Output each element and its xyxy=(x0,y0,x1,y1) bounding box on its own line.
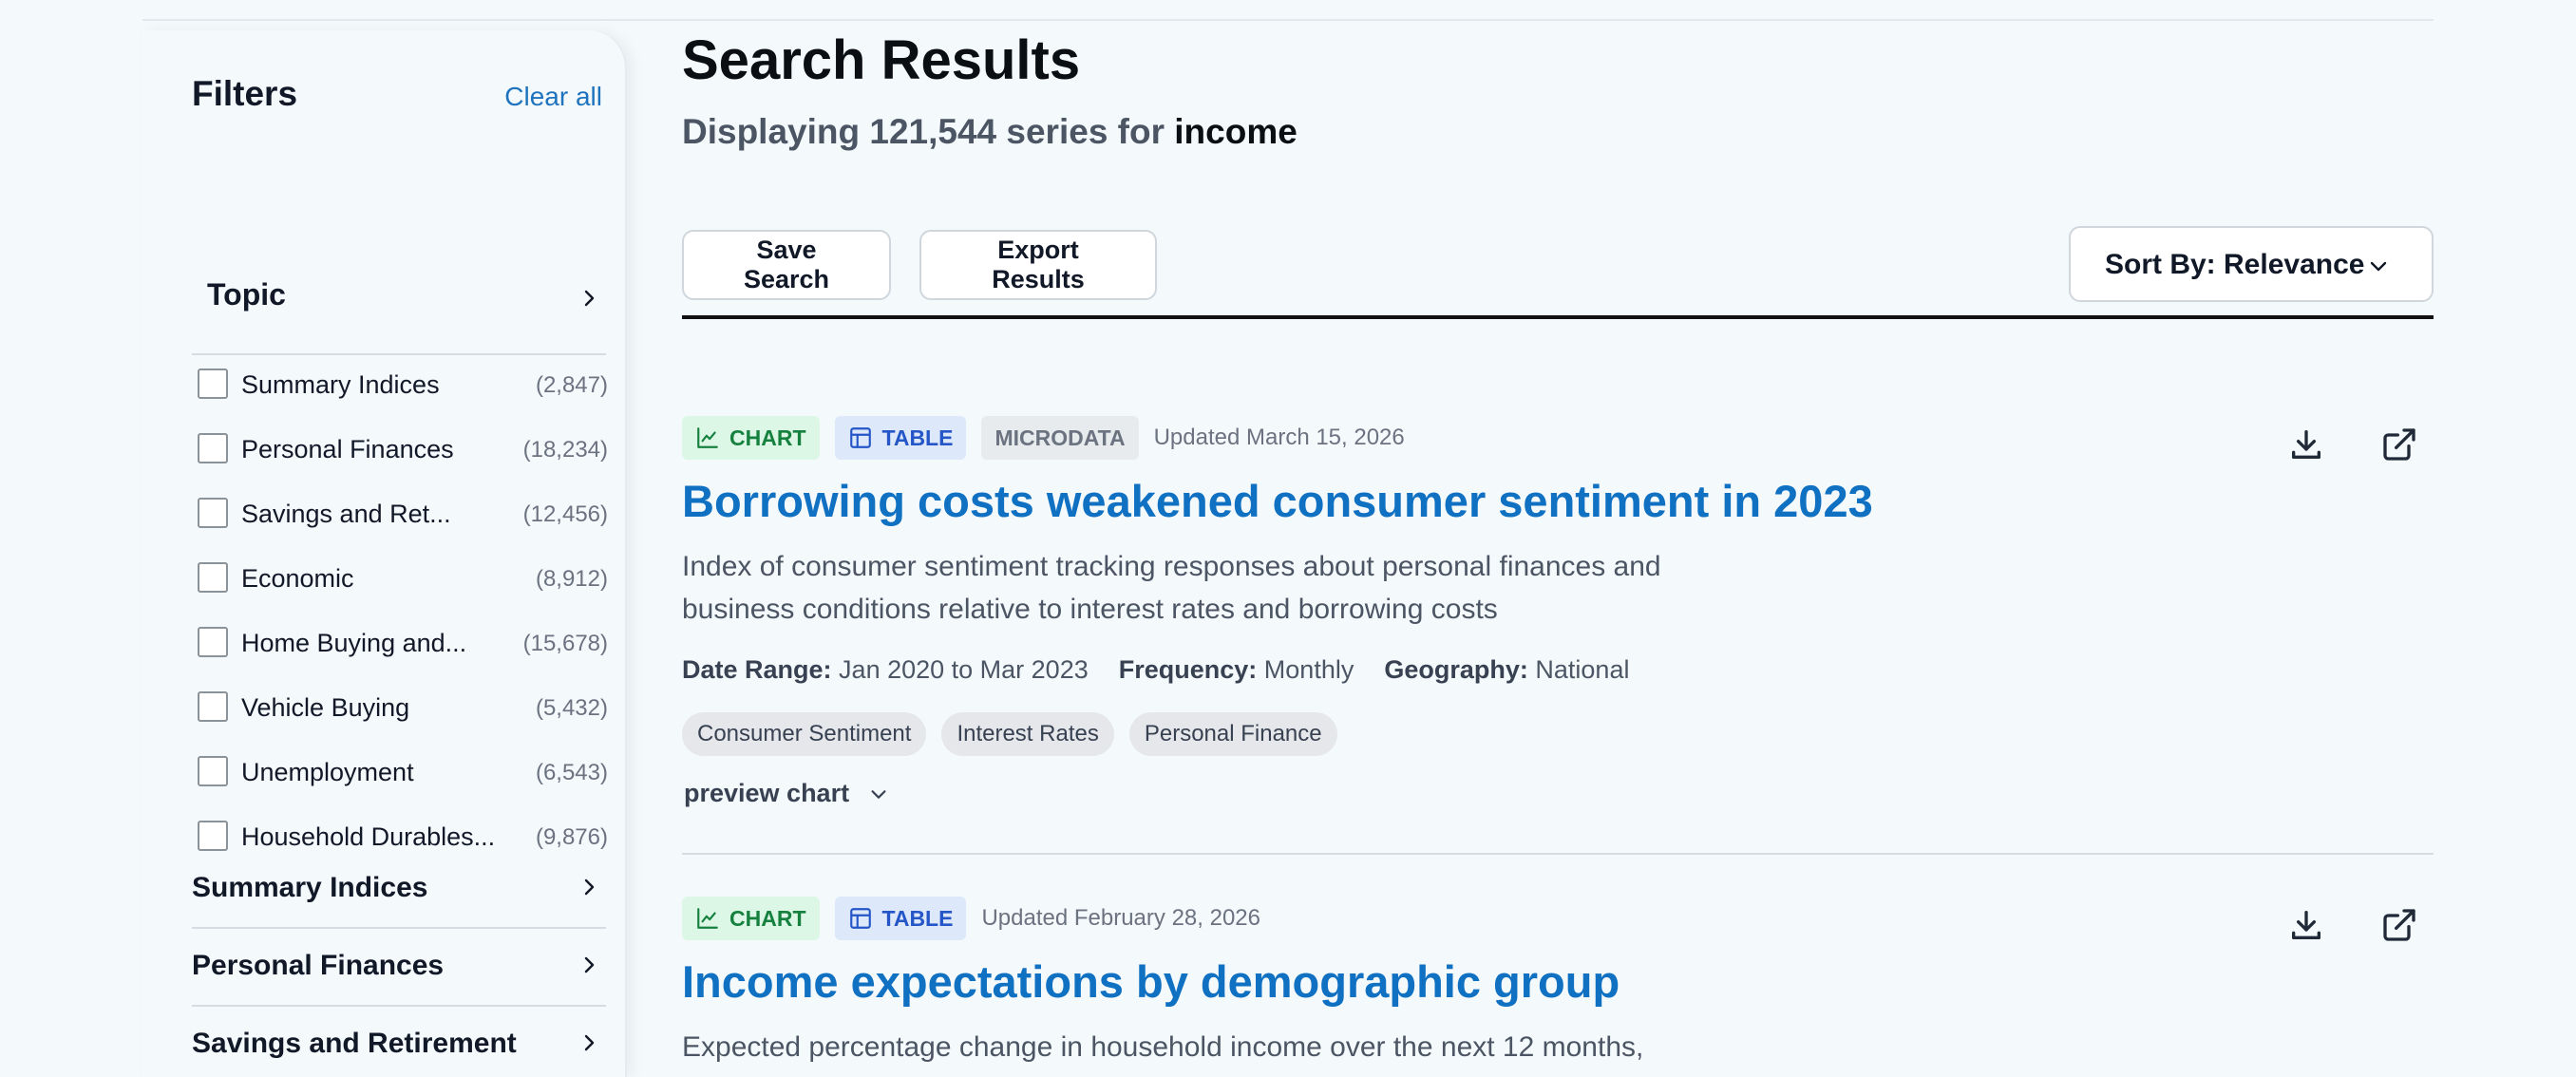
result-actions xyxy=(2287,906,2434,944)
topic-option[interactable]: Home Buying and... (15,678) xyxy=(198,614,608,678)
category-summary-indices[interactable]: Summary Indices xyxy=(192,851,606,929)
result-card: CHART TABLE MICRODATA Updated March 15, … xyxy=(682,416,2434,855)
topic-option-label: Savings and Ret... xyxy=(241,500,451,528)
chevron-down-icon xyxy=(868,784,889,804)
export-results-button[interactable]: Export Results xyxy=(919,230,1157,300)
result-actions xyxy=(2287,425,2434,463)
chart-badge[interactable]: CHART xyxy=(682,416,820,460)
table-badge-label: TABLE xyxy=(881,905,954,931)
download-icon[interactable] xyxy=(2287,425,2325,463)
updated-date: Updated March 15, 2026 xyxy=(1153,425,1405,450)
category-label: Personal Finances xyxy=(192,950,445,981)
table-icon xyxy=(849,427,871,448)
results-summary: Displaying 121,544 series for income xyxy=(682,112,1297,152)
topic-option[interactable]: Unemployment (6,543) xyxy=(198,743,608,807)
result-description: Index of consumer sentiment tracking res… xyxy=(682,551,1661,625)
results-count-text: Displaying 121,544 series for xyxy=(682,112,1165,151)
top-divider xyxy=(142,19,2434,21)
checkbox[interactable] xyxy=(198,756,228,786)
chevron-right-icon xyxy=(578,876,600,898)
topic-option-count: (5,432) xyxy=(535,695,608,721)
topic-option-label: Unemployment xyxy=(241,758,414,786)
updated-date: Updated February 28, 2026 xyxy=(981,905,1260,931)
filters-sidebar: Filters Clear all Topic Summary Indices … xyxy=(142,30,627,1077)
result-meta: Date Range: Jan 2020 to Mar 2023 Frequen… xyxy=(682,655,1629,685)
topic-option-count: (12,456) xyxy=(522,501,608,527)
topic-option-count: (6,543) xyxy=(535,760,608,785)
topic-option[interactable]: Summary Indices (2,847) xyxy=(198,355,608,420)
result-badges: CHART TABLE MICRODATA Updated March 15, … xyxy=(682,416,1405,460)
category-label: Savings and Retirement xyxy=(192,1028,517,1059)
topic-filter-header[interactable]: Topic xyxy=(192,249,606,355)
topic-option-label: Household Durables... xyxy=(241,822,496,851)
frequency: Frequency: Monthly xyxy=(1118,655,1354,684)
table-badge-label: TABLE xyxy=(881,425,954,450)
checkbox[interactable] xyxy=(198,821,228,851)
table-badge[interactable]: TABLE xyxy=(834,897,967,940)
topic-option-count: (8,912) xyxy=(535,566,608,592)
save-search-button[interactable]: Save Search xyxy=(682,230,891,300)
toolbar-divider xyxy=(682,315,2434,319)
chevron-right-icon xyxy=(578,954,600,976)
topic-option-count: (15,678) xyxy=(522,631,608,656)
result-title-link[interactable]: Income expectations by demographic group xyxy=(682,955,1619,1008)
table-badge[interactable]: TABLE xyxy=(834,416,967,460)
line-chart-icon xyxy=(697,427,718,448)
topic-option-count: (18,234) xyxy=(522,437,608,463)
external-link-icon[interactable] xyxy=(2380,906,2418,944)
search-term: income xyxy=(1174,112,1297,151)
topic-option-label: Economic xyxy=(241,564,354,593)
date-range: Date Range: Jan 2020 to Mar 2023 xyxy=(682,655,1089,684)
category-savings-retirement[interactable]: Savings and Retirement xyxy=(192,1007,606,1077)
geography: Geography: National xyxy=(1384,655,1630,684)
topic-option[interactable]: Personal Finances (18,234) xyxy=(198,420,608,484)
checkbox[interactable] xyxy=(198,691,228,722)
download-icon[interactable] xyxy=(2287,906,2325,944)
topic-option[interactable]: Economic (8,912) xyxy=(198,549,608,614)
result-tags: Consumer Sentiment Interest Rates Person… xyxy=(682,712,1337,756)
chart-badge[interactable]: CHART xyxy=(682,897,820,940)
preview-chart-label: preview chart xyxy=(684,779,850,807)
result-description: Expected percentage change in household … xyxy=(682,1031,1644,1063)
tag-chip[interactable]: Interest Rates xyxy=(941,712,1114,756)
checkbox[interactable] xyxy=(198,627,228,657)
result-badges: CHART TABLE Updated February 28, 2026 xyxy=(682,897,1260,940)
topic-option-count: (9,876) xyxy=(535,824,608,850)
tag-chip[interactable]: Personal Finance xyxy=(1128,712,1337,756)
sort-label: Sort By: Relevance xyxy=(2105,249,2365,280)
topic-option-label: Summary Indices xyxy=(241,370,440,399)
preview-chart-toggle[interactable]: preview chart xyxy=(684,779,889,808)
chart-badge-label: CHART xyxy=(729,905,806,931)
sort-dropdown[interactable]: Sort By: Relevance xyxy=(2069,226,2434,302)
page-title: Search Results xyxy=(682,29,1081,91)
result-card: CHART TABLE Updated February 28, 2026 In… xyxy=(682,897,2434,1077)
chart-badge-label: CHART xyxy=(729,425,806,450)
topic-option-label: Personal Finances xyxy=(241,435,454,463)
topic-option-count: (2,847) xyxy=(535,372,608,398)
checkbox[interactable] xyxy=(198,368,228,399)
chevron-right-icon xyxy=(578,287,600,310)
checkbox[interactable] xyxy=(198,562,228,593)
topic-filter-list: Summary Indices (2,847) Personal Finance… xyxy=(198,355,608,872)
microdata-badge[interactable]: MICRODATA xyxy=(981,416,1139,460)
topic-filter-label: Topic xyxy=(207,277,286,312)
category-personal-finances[interactable]: Personal Finances xyxy=(192,929,606,1007)
result-title-link[interactable]: Borrowing costs weakened consumer sentim… xyxy=(682,475,1873,527)
checkbox[interactable] xyxy=(198,498,228,528)
clear-all-link[interactable]: Clear all xyxy=(504,82,602,112)
topic-option[interactable]: Vehicle Buying (5,432) xyxy=(198,678,608,743)
line-chart-icon xyxy=(697,908,718,929)
topic-option-label: Vehicle Buying xyxy=(241,693,410,722)
filters-title: Filters xyxy=(192,74,298,113)
topic-option[interactable]: Savings and Ret... (12,456) xyxy=(198,484,608,549)
topic-option-label: Home Buying and... xyxy=(241,629,467,657)
table-icon xyxy=(849,908,871,929)
tag-chip[interactable]: Consumer Sentiment xyxy=(682,712,927,756)
checkbox[interactable] xyxy=(198,433,228,463)
external-link-icon[interactable] xyxy=(2380,425,2418,463)
category-label: Summary Indices xyxy=(192,872,428,903)
chevron-right-icon xyxy=(578,1031,600,1054)
chevron-down-icon xyxy=(2367,255,2390,277)
